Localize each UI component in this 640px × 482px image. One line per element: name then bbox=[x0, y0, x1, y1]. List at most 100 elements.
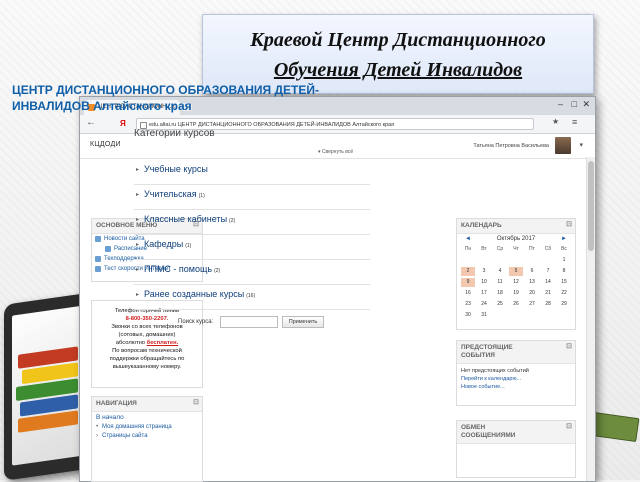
calendar-month[interactable]: Октябрь 2017 bbox=[497, 236, 535, 242]
navigation-block: НАВИГАЦИЯ ⊡ В начало • Моя домашняя стран… bbox=[91, 396, 203, 482]
category-item[interactable]: ▸ Кафедры (1) bbox=[134, 235, 370, 260]
dock-icon[interactable]: ⊡ bbox=[566, 343, 572, 351]
previous-month-icon[interactable]: ◄ bbox=[465, 234, 471, 244]
calendar-day[interactable]: 11 bbox=[492, 277, 508, 288]
calendar-day[interactable]: 2 bbox=[461, 267, 475, 276]
user-name[interactable]: Татьяна Петровна Васильева bbox=[473, 143, 549, 149]
category-count: (1) bbox=[198, 193, 205, 199]
star-icon[interactable]: ★ bbox=[552, 117, 559, 126]
category-label[interactable]: Ранее созданные курсы bbox=[144, 289, 244, 299]
category-item[interactable]: ▸ Ранее созданные курсы (16) bbox=[134, 285, 370, 310]
category-name: Учебные курсы bbox=[144, 164, 210, 174]
calendar-weekday: Сб bbox=[544, 246, 552, 252]
calendar-day[interactable]: 23 bbox=[460, 299, 476, 310]
category-label[interactable]: Кафедры bbox=[144, 239, 183, 249]
messages-title-line-1: ОБМЕН bbox=[461, 424, 486, 431]
calendar-day[interactable]: 19 bbox=[508, 288, 524, 299]
calendar-empty-cell bbox=[476, 255, 492, 266]
calendar-day[interactable]: 16 bbox=[460, 288, 476, 299]
category-item[interactable]: ▸ Учительская (1) bbox=[134, 185, 370, 210]
nav-item-dashboard[interactable]: • Моя домашняя страница bbox=[92, 423, 202, 432]
category-label[interactable]: ППМС - помощь bbox=[144, 264, 212, 274]
calendar-day[interactable]: 27 bbox=[524, 299, 540, 310]
chevron-right-icon: ▸ bbox=[136, 242, 140, 248]
calendar-day[interactable]: 25 bbox=[492, 299, 508, 310]
nav-item-site-pages[interactable]: › Страницы сайта bbox=[92, 432, 202, 441]
yandex-logo[interactable]: Я bbox=[120, 119, 126, 128]
calendar-day[interactable]: 6 bbox=[524, 266, 540, 277]
dock-icon[interactable]: ⊡ bbox=[566, 221, 572, 229]
calendar-day[interactable]: 28 bbox=[540, 299, 556, 310]
course-categories-title: Категории курсов bbox=[134, 128, 215, 139]
calendar-day[interactable]: 3 bbox=[476, 266, 492, 277]
calendar-day[interactable]: 18 bbox=[492, 288, 508, 299]
new-event-link[interactable]: Новое событие... bbox=[457, 383, 575, 391]
maximize-icon[interactable]: □ bbox=[572, 99, 577, 109]
calendar-day[interactable]: 29 bbox=[556, 299, 572, 310]
calendar-nav: ◄ Октябрь 2017 ► bbox=[457, 234, 575, 244]
avatar[interactable] bbox=[555, 137, 571, 154]
scrollbar[interactable] bbox=[586, 157, 595, 481]
scrollbar-thumb[interactable] bbox=[588, 161, 594, 251]
calendar-empty-cell bbox=[460, 255, 476, 266]
course-search-input[interactable] bbox=[220, 316, 278, 328]
category-label[interactable]: Классные кабинеты bbox=[144, 214, 227, 224]
calendar-day[interactable]: 17 bbox=[476, 288, 492, 299]
collapse-all-link[interactable]: ▾ Свернуть всё bbox=[318, 149, 353, 155]
category-item[interactable]: ▸ ППМС - помощь (2) bbox=[134, 260, 370, 285]
page-title-line-1: ЦЕНТР ДИСТАНЦИОННОГО ОБРАЗОВАНИЯ ДЕТЕЙ- bbox=[12, 83, 320, 97]
nav-item-label: Страницы сайта bbox=[102, 433, 148, 439]
bullet-icon: • bbox=[96, 424, 99, 430]
calendar-day[interactable]: 8 bbox=[556, 266, 572, 277]
hotline-line-free: абсолютно бесплатен. bbox=[96, 339, 198, 347]
calendar-empty-cell bbox=[508, 255, 524, 266]
calendar-day[interactable]: 10 bbox=[476, 277, 492, 288]
page-title-line-2: ИНВАЛИДОВ Алтайского края bbox=[12, 99, 192, 113]
calendar-day[interactable]: 5 bbox=[509, 267, 523, 276]
category-item[interactable]: ▸ Учебные курсы bbox=[134, 160, 370, 185]
calendar-empty-cell bbox=[524, 310, 540, 321]
calendar-day[interactable]: 7 bbox=[540, 266, 556, 277]
close-window-icon[interactable]: ✕ bbox=[582, 99, 590, 110]
chevron-down-icon[interactable]: ▾ bbox=[579, 141, 583, 149]
next-month-icon[interactable]: ► bbox=[561, 234, 567, 244]
category-name: Классные кабинеты (2) bbox=[144, 214, 235, 224]
back-arrow-icon[interactable]: ← bbox=[86, 117, 96, 128]
hotline-text: Телефон горячей линии 8-800-350-2207. Зв… bbox=[92, 301, 202, 377]
calendar-title: КАЛЕНДАРЬ bbox=[461, 222, 502, 229]
collapse-all-label: Свернуть всё bbox=[321, 149, 354, 155]
events-calendar-link[interactable]: Перейти к календарю... bbox=[457, 375, 575, 383]
calendar-day[interactable]: 31 bbox=[476, 310, 492, 321]
hotline-line: (сотовых, домашних) bbox=[118, 332, 176, 338]
calendar-day[interactable]: 26 bbox=[508, 299, 524, 310]
course-search-button[interactable]: Применить bbox=[282, 316, 324, 328]
calendar-day[interactable]: 24 bbox=[476, 299, 492, 310]
category-label[interactable]: Учебные курсы bbox=[144, 164, 208, 174]
category-label[interactable]: Учительская bbox=[144, 189, 197, 199]
calendar-day[interactable]: 4 bbox=[492, 266, 508, 277]
calendar-day[interactable]: 20 bbox=[524, 288, 540, 299]
navigation-title: НАВИГАЦИЯ bbox=[96, 400, 137, 407]
minimize-icon[interactable]: – bbox=[558, 99, 563, 109]
calendar-empty-cell bbox=[492, 255, 508, 266]
category-item[interactable]: ▸ Классные кабинеты (2) bbox=[134, 210, 370, 235]
calendar-day[interactable]: 30 bbox=[460, 310, 476, 321]
menu-icon[interactable]: ≡ bbox=[572, 117, 577, 127]
calendar-day[interactable]: 9 bbox=[461, 278, 475, 287]
category-name: ППМС - помощь (2) bbox=[144, 264, 220, 274]
calendar-day[interactable]: 22 bbox=[556, 288, 572, 299]
chevron-right-icon: ▸ bbox=[136, 192, 140, 198]
calendar-day[interactable]: 21 bbox=[540, 288, 556, 299]
calendar-day[interactable]: 15 bbox=[556, 277, 572, 288]
nav-home-link[interactable]: В начало bbox=[92, 412, 202, 423]
hotline-line: абсолютно bbox=[115, 340, 146, 346]
messaging-block: ОБМЕН СООБЩЕНИЯМИ ⊡ bbox=[456, 420, 576, 478]
calendar-day[interactable]: 1 bbox=[556, 255, 572, 266]
calendar-day[interactable]: 14 bbox=[540, 277, 556, 288]
dock-icon[interactable]: ⊡ bbox=[566, 423, 572, 431]
site-brand[interactable]: КЦДОДИ bbox=[90, 141, 121, 148]
calendar-weekday: Вт bbox=[481, 246, 487, 252]
calendar-day[interactable]: 12 bbox=[508, 277, 524, 288]
dock-icon[interactable]: ⊡ bbox=[193, 399, 199, 407]
calendar-day[interactable]: 13 bbox=[524, 277, 540, 288]
